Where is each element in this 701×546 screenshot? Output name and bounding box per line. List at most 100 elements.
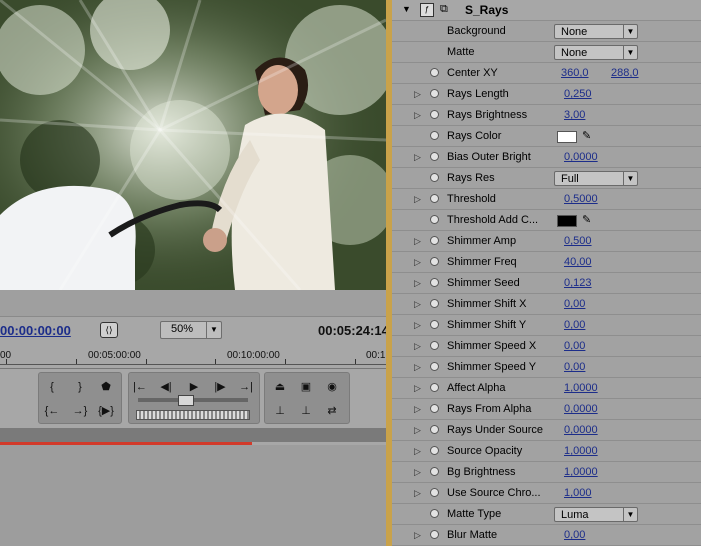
param-row: ▷ Affect Alpha 1,0000 [392,378,701,399]
stopwatch-icon[interactable] [430,362,439,371]
triangle-right-icon[interactable]: ▷ [414,89,421,100]
eyedropper-icon[interactable]: ✎ [582,213,591,226]
marker-icon[interactable]: ⬟ [97,379,115,395]
param-value[interactable]: 0,00 [564,529,585,541]
effect-header[interactable]: ▼ ƒ ⧉ S_Rays [392,0,701,21]
stopwatch-icon[interactable] [430,152,439,161]
triangle-right-icon[interactable]: ▷ [414,299,421,310]
param-select[interactable]: Full ▼ [554,171,638,186]
triangle-right-icon[interactable]: ▷ [414,446,421,457]
jog-handle[interactable] [178,395,194,406]
safe-margins-icon[interactable]: ▣ [297,379,315,395]
param-value[interactable]: 40,00 [564,256,592,268]
param-value[interactable]: 0,00 [564,298,585,310]
stopwatch-icon[interactable] [430,131,439,140]
stopwatch-icon[interactable] [430,68,439,77]
param-select[interactable]: None ▼ [554,24,638,39]
stopwatch-icon[interactable] [430,320,439,329]
param-value-x[interactable]: 360,0 [561,67,589,79]
param-value[interactable]: 0,00 [564,319,585,331]
shuttle-slider[interactable] [136,410,250,420]
param-select[interactable]: None ▼ [554,45,638,60]
effect-icon: ⧉ [440,3,448,15]
zoom-level-value: 50% [171,323,194,335]
stopwatch-icon[interactable] [430,446,439,455]
triangle-right-icon[interactable]: ▷ [414,425,421,436]
extract-button[interactable]: ⊥ [297,403,315,419]
triangle-right-icon[interactable]: ▷ [414,530,421,541]
triangle-right-icon[interactable]: ▷ [414,467,421,478]
stopwatch-icon[interactable] [430,110,439,119]
triangle-right-icon[interactable]: ▷ [414,341,421,352]
triangle-right-icon[interactable]: ▷ [414,110,421,121]
param-value[interactable]: 0,00 [564,340,585,352]
triangle-right-icon[interactable]: ▷ [414,488,421,499]
stopwatch-icon[interactable] [430,404,439,413]
triangle-right-icon[interactable]: ▷ [414,320,421,331]
stopwatch-icon[interactable] [430,383,439,392]
param-label: Rays Under Source [447,424,543,436]
param-value[interactable]: 0,0000 [564,403,598,415]
step-forward-button[interactable]: |▶ [211,379,229,395]
stopwatch-icon[interactable] [430,236,439,245]
stopwatch-icon[interactable] [430,467,439,476]
param-row: Center XY 360,0 288,0 [392,63,701,84]
stopwatch-icon[interactable] [430,89,439,98]
param-value[interactable]: 1,000 [564,487,592,499]
step-back-edit-button[interactable]: |← [131,379,149,395]
step-back-button[interactable]: ◀| [157,379,175,395]
triangle-right-icon[interactable]: ▷ [414,383,421,394]
param-value[interactable]: 0,5000 [564,193,598,205]
param-value[interactable]: 0,123 [564,277,592,289]
param-value[interactable]: 0,500 [564,235,592,247]
param-value[interactable]: 0,0000 [564,424,598,436]
param-value[interactable]: 3,00 [564,109,585,121]
triangle-right-icon[interactable]: ▷ [414,362,421,373]
stopwatch-icon[interactable] [430,278,439,287]
go-to-in-button[interactable]: {← [43,403,61,419]
stopwatch-icon[interactable] [430,257,439,266]
stopwatch-icon[interactable] [430,299,439,308]
param-value[interactable]: 0,0000 [564,151,598,163]
set-out-point-button[interactable]: } [71,379,89,395]
play-in-to-out-button[interactable]: {▶} [97,403,115,419]
param-select[interactable]: Luma ▼ [554,507,638,522]
param-value[interactable]: 1,0000 [564,466,598,478]
play-button[interactable]: ▶ [185,379,203,395]
color-swatch[interactable] [557,131,577,143]
param-value[interactable]: 1,0000 [564,382,598,394]
output-button[interactable]: ◉ [323,379,341,395]
stopwatch-icon[interactable] [430,341,439,350]
loop-button[interactable]: ⏏ [271,379,289,395]
current-timecode[interactable]: 00:00:00:00 [0,323,71,338]
safe-margins-button[interactable]: ⟨⟩ [100,322,118,338]
stopwatch-icon[interactable] [430,488,439,497]
zoom-level-select[interactable]: 50% ▼ [160,321,222,339]
eyedropper-icon[interactable]: ✎ [582,129,591,142]
stopwatch-icon[interactable] [430,425,439,434]
stopwatch-icon[interactable] [430,530,439,539]
stopwatch-icon[interactable] [430,194,439,203]
stopwatch-icon[interactable] [430,509,439,518]
fx-enable-toggle[interactable]: ƒ [420,3,434,17]
time-ruler[interactable]: 00 00:05:00:00 00:10:00:00 00:1 [0,344,390,369]
triangle-right-icon[interactable]: ▷ [414,194,421,205]
step-forward-edit-button[interactable]: →| [237,379,255,395]
lift-button[interactable]: ⊥ [271,403,289,419]
param-value[interactable]: 0,00 [564,361,585,373]
triangle-right-icon[interactable]: ▷ [414,278,421,289]
triangle-right-icon[interactable]: ▷ [414,152,421,163]
go-to-out-button[interactable]: →} [71,403,89,419]
triangle-right-icon[interactable]: ▷ [414,404,421,415]
stopwatch-icon[interactable] [430,215,439,224]
triangle-right-icon[interactable]: ▷ [414,257,421,268]
stopwatch-icon[interactable] [430,173,439,182]
param-value-y[interactable]: 288,0 [611,67,639,79]
set-in-point-button[interactable]: { [43,379,61,395]
color-swatch[interactable] [557,215,577,227]
param-value[interactable]: 0,250 [564,88,592,100]
triangle-down-icon[interactable]: ▼ [402,4,411,14]
trim-button[interactable]: ⇄ [323,403,341,419]
param-value[interactable]: 1,0000 [564,445,598,457]
triangle-right-icon[interactable]: ▷ [414,236,421,247]
